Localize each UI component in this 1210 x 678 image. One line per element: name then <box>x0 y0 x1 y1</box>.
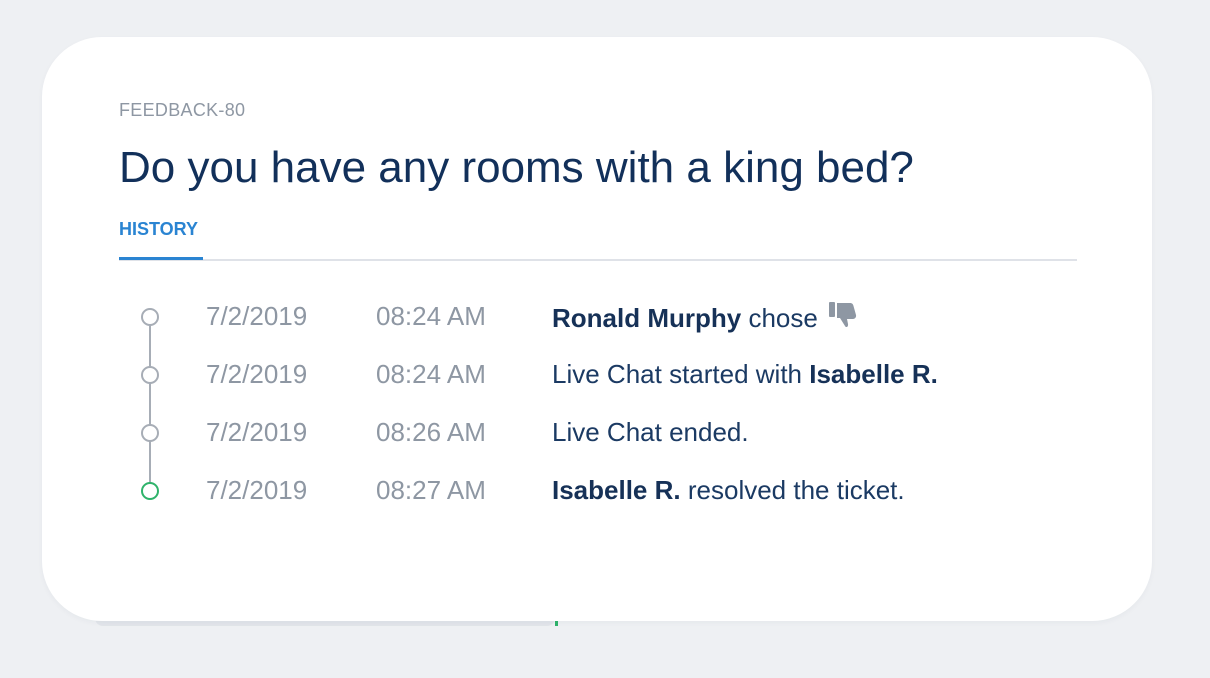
entry-action: chose <box>748 303 818 333</box>
tab-bar: HISTORY <box>119 217 1077 261</box>
entry-description: Ronald Murphy chose <box>552 301 858 336</box>
entry-time: 08:26 AM <box>376 417 486 447</box>
history-timeline: 7/2/2019 08:24 AM Ronald Murphy chose 7/… <box>140 297 1040 537</box>
ticket-card: FEEDBACK-80 Do you have any rooms with a… <box>42 37 1152 621</box>
entry-description: Live Chat ended. <box>552 417 749 448</box>
timeline-dot-resolved <box>141 482 159 500</box>
history-entry: 7/2/2019 08:27 AM Isabelle R. resolved t… <box>140 471 1040 511</box>
entry-date: 7/2/2019 <box>206 359 308 389</box>
entry-description: Isabelle R. resolved the ticket. <box>552 475 905 506</box>
entry-date: 7/2/2019 <box>206 417 308 447</box>
history-entry: 7/2/2019 08:24 AM Ronald Murphy chose <box>140 297 1040 337</box>
entry-actor: Isabelle R. <box>552 475 681 505</box>
ticket-id: FEEDBACK-80 <box>119 100 246 120</box>
entry-time: 08:24 AM <box>376 301 486 331</box>
entry-date: 7/2/2019 <box>206 301 308 331</box>
entry-action: Live Chat started with <box>552 359 803 389</box>
timeline-dot <box>141 424 159 442</box>
tab-history[interactable]: HISTORY <box>119 217 203 260</box>
entry-time: 08:27 AM <box>376 475 486 505</box>
entry-action: resolved the ticket. <box>687 475 905 505</box>
timeline-dot <box>141 308 159 326</box>
entry-action: Live Chat ended. <box>552 417 749 447</box>
ticket-title: Do you have any rooms with a king bed? <box>119 143 914 192</box>
history-entry: 7/2/2019 08:24 AM Live Chat started with… <box>140 355 1040 395</box>
timeline-dot <box>141 366 159 384</box>
thumbs-down-icon <box>828 301 858 336</box>
entry-actor: Ronald Murphy <box>552 303 742 333</box>
entry-actor: Isabelle R. <box>809 359 938 389</box>
entry-time: 08:24 AM <box>376 359 486 389</box>
entry-description: Live Chat started with Isabelle R. <box>552 359 938 390</box>
history-entry: 7/2/2019 08:26 AM Live Chat ended. <box>140 413 1040 453</box>
entry-date: 7/2/2019 <box>206 475 308 505</box>
